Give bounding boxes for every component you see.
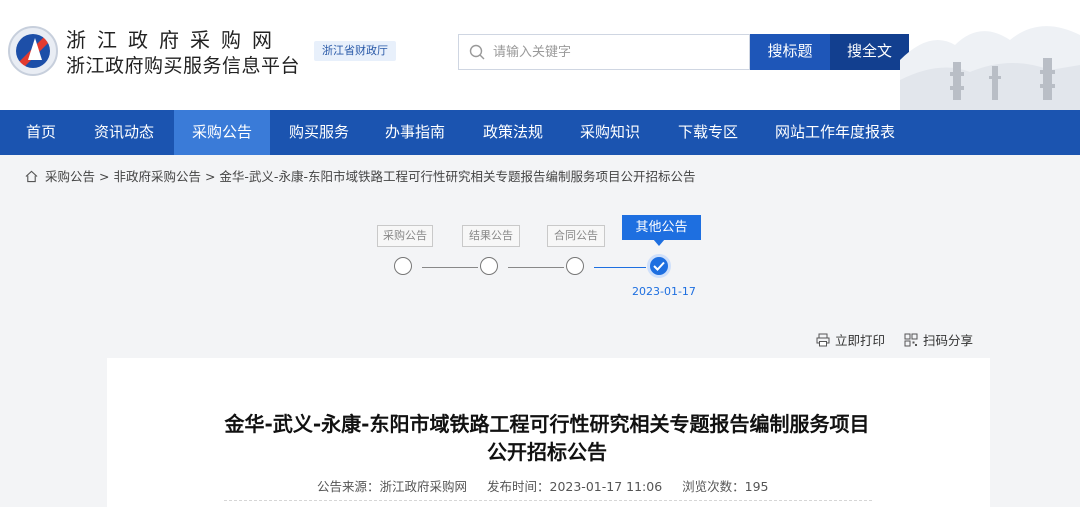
breadcrumb: 采购公告 > 非政府采购公告 > 金华-武义-永康-东阳市域铁路工程可行性研究相…: [25, 166, 695, 185]
stage-connector: [508, 267, 564, 268]
stage-connector-active: [594, 267, 646, 268]
main-nav: 首页 资讯动态 采购公告 购买服务 办事指南 政策法规 采购知识 下载专区 网站…: [0, 110, 1080, 155]
nav-item-knowledge[interactable]: 采购知识: [567, 110, 653, 155]
site-subtitle: 浙江政府购买服务信息平台: [66, 55, 301, 77]
nav-item-news[interactable]: 资讯动态: [80, 110, 168, 155]
nav-item-policies[interactable]: 政策法规: [470, 110, 556, 155]
share-label: 扫码分享: [923, 333, 974, 348]
article-views: 浏览次数：195: [682, 479, 769, 494]
home-icon: [25, 170, 38, 183]
site-header: 浙江政府采购网 浙江政府购买服务信息平台 浙江省财政厅 搜标题 搜全文: [0, 0, 1080, 110]
stage-connector: [422, 267, 478, 268]
search-input[interactable]: [493, 41, 743, 63]
logo-sail: [28, 38, 42, 60]
print-button[interactable]: 立即打印: [816, 330, 885, 349]
nav-item-home[interactable]: 首页: [10, 110, 72, 155]
article-card: 金华-武义-永康-东阳市域铁路工程可行性研究相关专题报告编制服务项目公开招标公告…: [107, 358, 990, 507]
breadcrumb-item-current: 金华-武义-永康-东阳市域铁路工程可行性研究相关专题报告编制服务项目公开招标公告: [219, 169, 696, 184]
stage-tab-procurement[interactable]: 采购公告: [377, 225, 433, 247]
search-full-text-button[interactable]: 搜全文: [830, 34, 909, 70]
nav-item-downloads[interactable]: 下载专区: [665, 110, 751, 155]
stage-tab-other[interactable]: 其他公告: [622, 215, 701, 246]
nav-item-purchase-services[interactable]: 购买服务: [276, 110, 362, 155]
qr-code-icon: [904, 333, 918, 347]
article-meta: 公告来源：浙江政府采购网 发布时间：2023-01-17 11:06 浏览次数：…: [317, 476, 784, 495]
article-publish-time: 发布时间：2023-01-17 11:06: [487, 479, 663, 494]
stage-tab-contract[interactable]: 合同公告: [547, 225, 605, 247]
check-icon: [653, 261, 665, 271]
article-source: 公告来源：浙江政府采购网: [317, 479, 468, 494]
breadcrumb-item-non-gov[interactable]: 非政府采购公告: [113, 169, 201, 184]
landscape-decoration: [900, 26, 1080, 110]
stage-tab-result[interactable]: 结果公告: [462, 225, 520, 247]
nav-item-guides[interactable]: 办事指南: [372, 110, 458, 155]
article-title: 金华-武义-永康-东阳市域铁路工程可行性研究相关专题报告编制服务项目公开招标公告: [224, 412, 870, 464]
meta-divider: [224, 500, 872, 501]
stage-date: 2023-01-17: [632, 285, 696, 298]
breadcrumb-item-procurement[interactable]: 采购公告: [45, 169, 95, 184]
breadcrumb-separator: >: [204, 169, 216, 184]
stage-node-procurement[interactable]: [394, 257, 412, 275]
search-box: [458, 34, 750, 70]
print-label: 立即打印: [835, 333, 886, 348]
stage-node-other[interactable]: [647, 254, 671, 278]
share-button[interactable]: 扫码分享: [904, 330, 973, 349]
stage-node-contract[interactable]: [566, 257, 584, 275]
dept-badge[interactable]: 浙江省财政厅: [314, 41, 396, 61]
site-logo[interactable]: [8, 26, 58, 76]
stage-node-result[interactable]: [480, 257, 498, 275]
search-icon: [469, 44, 485, 60]
search-title-button[interactable]: 搜标题: [750, 34, 830, 70]
nav-item-annual-report[interactable]: 网站工作年度报表: [764, 110, 906, 155]
site-name: 浙江政府采购网: [66, 28, 283, 52]
breadcrumb-separator: >: [98, 169, 110, 184]
nav-item-procurement-notices[interactable]: 采购公告: [174, 110, 270, 155]
printer-icon: [816, 333, 830, 347]
